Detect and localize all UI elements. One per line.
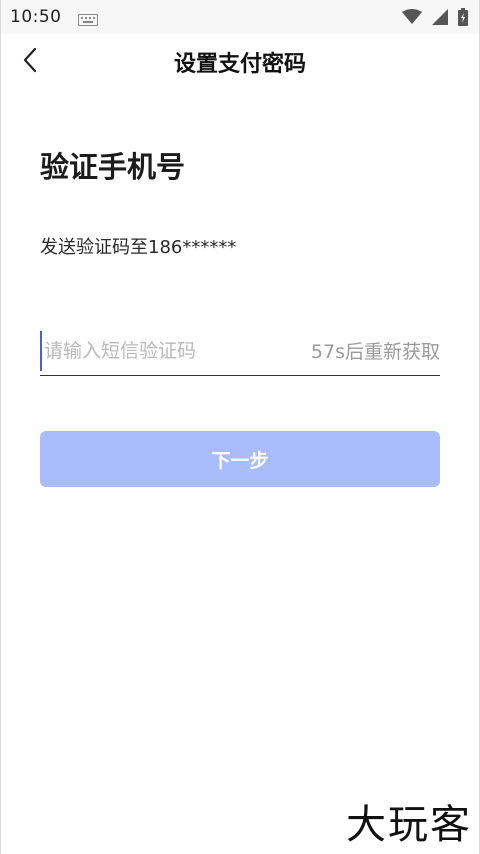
status-left: 10:50 <box>10 7 98 27</box>
next-step-button[interactable]: 下一步 <box>40 431 440 487</box>
cell-signal-icon <box>432 9 448 25</box>
battery-icon <box>458 8 468 26</box>
frame-edge <box>0 0 480 854</box>
status-bar: 10:50 <box>0 0 480 34</box>
watermark-logo: 大玩客 <box>346 802 472 848</box>
phone-send-prefix: 发送验证码至 <box>40 237 148 258</box>
resend-code-countdown[interactable]: 57s后重新获取 <box>311 337 440 364</box>
status-time: 10:50 <box>10 7 62 27</box>
chevron-left-icon[interactable] <box>22 47 38 77</box>
verify-phone-heading: 验证手机号 <box>40 150 186 184</box>
phone-send-info: 发送验证码至 186****** <box>40 233 236 259</box>
status-right <box>402 8 468 26</box>
wifi-icon <box>402 9 422 25</box>
page-title: 设置支付密码 <box>173 52 306 77</box>
nav-bar: 设置支付密码 <box>0 34 480 90</box>
keyboard-icon <box>77 11 98 26</box>
sms-code-row: 57s后重新获取 <box>40 326 440 376</box>
sms-code-input[interactable] <box>40 330 280 371</box>
back-button[interactable] <box>14 46 46 78</box>
masked-phone-number: 186****** <box>148 237 237 258</box>
